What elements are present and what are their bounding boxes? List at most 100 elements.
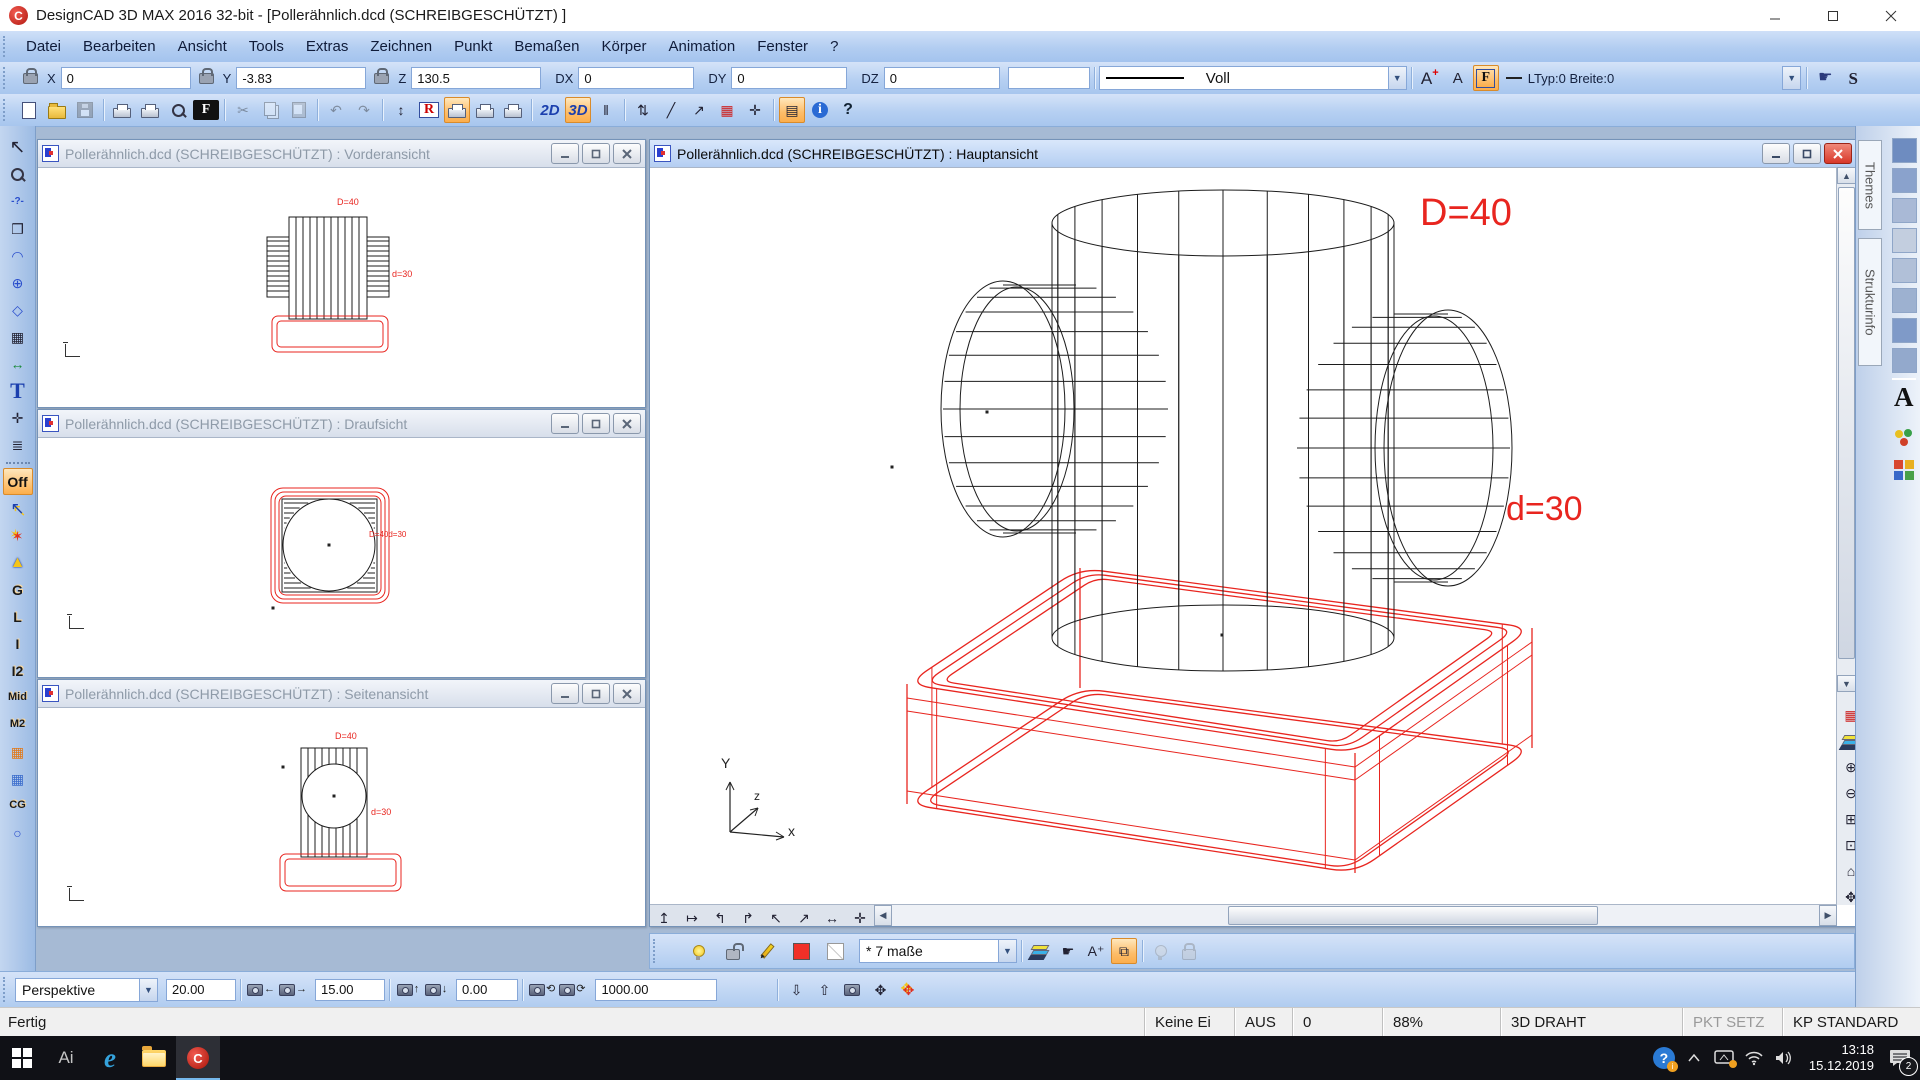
toolbar-handle[interactable] [3,36,11,58]
close-icon[interactable] [1824,143,1852,164]
volume-icon[interactable] [1769,1036,1799,1080]
distance-input[interactable]: 1000.00 [595,979,717,1001]
ellipse-snap-icon[interactable]: ○ [3,819,33,846]
intersect2-snap-button[interactable]: I2 [3,657,33,684]
view-up-icon[interactable]: ↥ [651,905,677,931]
taskbar-clock[interactable]: 13:18 15.12.2019 [1809,1042,1874,1074]
minimize-button[interactable] [551,683,579,704]
paste-icon[interactable] [286,97,312,123]
undo-icon[interactable]: ↶ [323,97,349,123]
palette-icon[interactable] [1892,426,1916,450]
linestyle-combo[interactable]: Voll ▼ [1099,66,1407,90]
font-style-button[interactable]: F [1473,65,1499,91]
toolbar-handle[interactable] [3,67,11,89]
structure-tool[interactable]: ≣ [3,431,33,458]
z-lock-icon[interactable] [374,73,389,84]
dimension-tool[interactable]: ↔ [3,350,33,377]
text-a-icon[interactable]: A [1894,382,1914,413]
panel-swatch[interactable] [1892,258,1917,283]
draufsicht-title-bar[interactable]: Pollerähnlich.dcd (SCHREIBGESCHÜTZT) : D… [38,410,645,438]
info-button[interactable]: i [807,97,833,123]
color-swatch-red[interactable] [788,938,814,964]
triangle-snap-icon[interactable]: ▲ [3,549,33,576]
polyline-icon[interactable]: ↗ [686,97,712,123]
draufsicht-canvas[interactable]: D=40d=30 [38,438,643,676]
menu-punkt[interactable]: Punkt [443,38,503,55]
chevron-down-icon[interactable]: ▼ [998,940,1016,962]
taskbar-edge-icon[interactable]: e [88,1036,132,1080]
tab-themes[interactable]: Themes [1858,140,1882,230]
scroll-up-icon[interactable]: ▲ [1837,167,1856,184]
print-drawing-icon[interactable] [444,97,470,123]
taskbar-designcad-icon[interactable]: C [176,1036,220,1080]
line-icon[interactable]: ╱ [658,97,684,123]
display-tray-icon[interactable] [1709,1036,1739,1080]
dx-input[interactable]: 0 [578,67,694,89]
record-button[interactable]: R [416,97,442,123]
select-tool[interactable]: ↖ [3,134,33,161]
restore-button[interactable] [582,683,610,704]
chevron-down-icon[interactable]: ▼ [1388,67,1406,89]
close-icon[interactable] [613,683,641,704]
plot-window-icon[interactable] [500,97,526,123]
maximize-button[interactable] [1804,0,1862,31]
menu-koerper[interactable]: Körper [590,38,657,55]
tray-chevron-icon[interactable] [1679,1036,1709,1080]
line-width-icon[interactable] [1506,77,1522,79]
text-size-up-button[interactable]: A+ [1417,65,1443,91]
menu-extras[interactable]: Extras [295,38,360,55]
copy-icon[interactable] [258,97,284,123]
dz-input[interactable]: 0 [884,67,1000,89]
arc-tool[interactable]: ◠ [3,242,33,269]
snap-off-button[interactable]: Off [3,468,33,495]
seitenansicht-canvas[interactable]: D=40 d=30 [38,708,643,925]
y-input[interactable]: -3.83 [236,67,366,89]
inquiry-tool[interactable]: -?- [3,188,33,215]
mode-3d-button[interactable]: 3D [565,97,591,123]
status-render-mode[interactable]: 3D DRAHT [1500,1008,1682,1037]
midpoint2-snap-button[interactable]: M2 [3,711,33,738]
camera-up-icon[interactable]: ↑ [395,977,421,1003]
menu-tools[interactable]: Tools [238,38,295,55]
layer-select-icon[interactable]: ☛ [1055,938,1081,964]
view-center-icon[interactable]: ✛ [847,905,873,931]
move-origin-icon[interactable]: ✥ [895,977,921,1003]
menu-bemassen[interactable]: Bemaßen [503,38,590,55]
minimize-button[interactable] [1746,0,1804,31]
dy-input[interactable]: 0 [731,67,847,89]
pull-up-icon[interactable]: ⇧ [811,977,837,1003]
ltyp-combo[interactable]: ▼ [1624,66,1802,90]
ortho-arrows-icon[interactable]: ⇅ [630,97,656,123]
scroll-track[interactable] [892,905,1819,926]
close-icon[interactable] [613,143,641,164]
zoom-tool[interactable] [3,161,33,188]
fov-input[interactable]: 20.00 [166,979,236,1001]
minimize-button[interactable] [1762,143,1790,164]
restore-button[interactable] [582,143,610,164]
pointer-hand-icon[interactable]: ☛ [1812,65,1838,91]
view-turn-left-icon[interactable]: ↰ [707,905,733,931]
crosshair-icon[interactable]: ✛ [742,97,768,123]
plot-icon[interactable] [472,97,498,123]
hauptansicht-canvas[interactable]: D=40 d=30 Y x z [650,168,1835,905]
panel-swatch[interactable] [1892,228,1917,253]
restore-button[interactable] [1793,143,1821,164]
move-view-icon[interactable]: ✥ [867,977,893,1003]
layer-visible-icon[interactable] [686,938,712,964]
font-button[interactable]: F [193,100,219,120]
x-input[interactable]: 0 [61,67,191,89]
view-turn-right-icon[interactable]: ↱ [735,905,761,931]
print-region-icon[interactable] [137,97,163,123]
menu-zeichnen[interactable]: Zeichnen [359,38,443,55]
blank-field[interactable] [1008,67,1090,89]
panel-swatch[interactable] [1892,198,1917,223]
layer-manager-icon[interactable] [1027,938,1053,964]
restore-button[interactable] [582,413,610,434]
linestyle-swatch[interactable] [822,938,848,964]
chevron-down-icon[interactable]: ▼ [139,979,157,1001]
mode-2d-button[interactable]: 2D [537,97,563,123]
minimize-button[interactable] [551,413,579,434]
vorderansicht-canvas[interactable]: D=40 d=30 [38,168,643,406]
text-size-button[interactable]: A [1445,65,1471,91]
toolbar-handle[interactable] [3,99,11,121]
